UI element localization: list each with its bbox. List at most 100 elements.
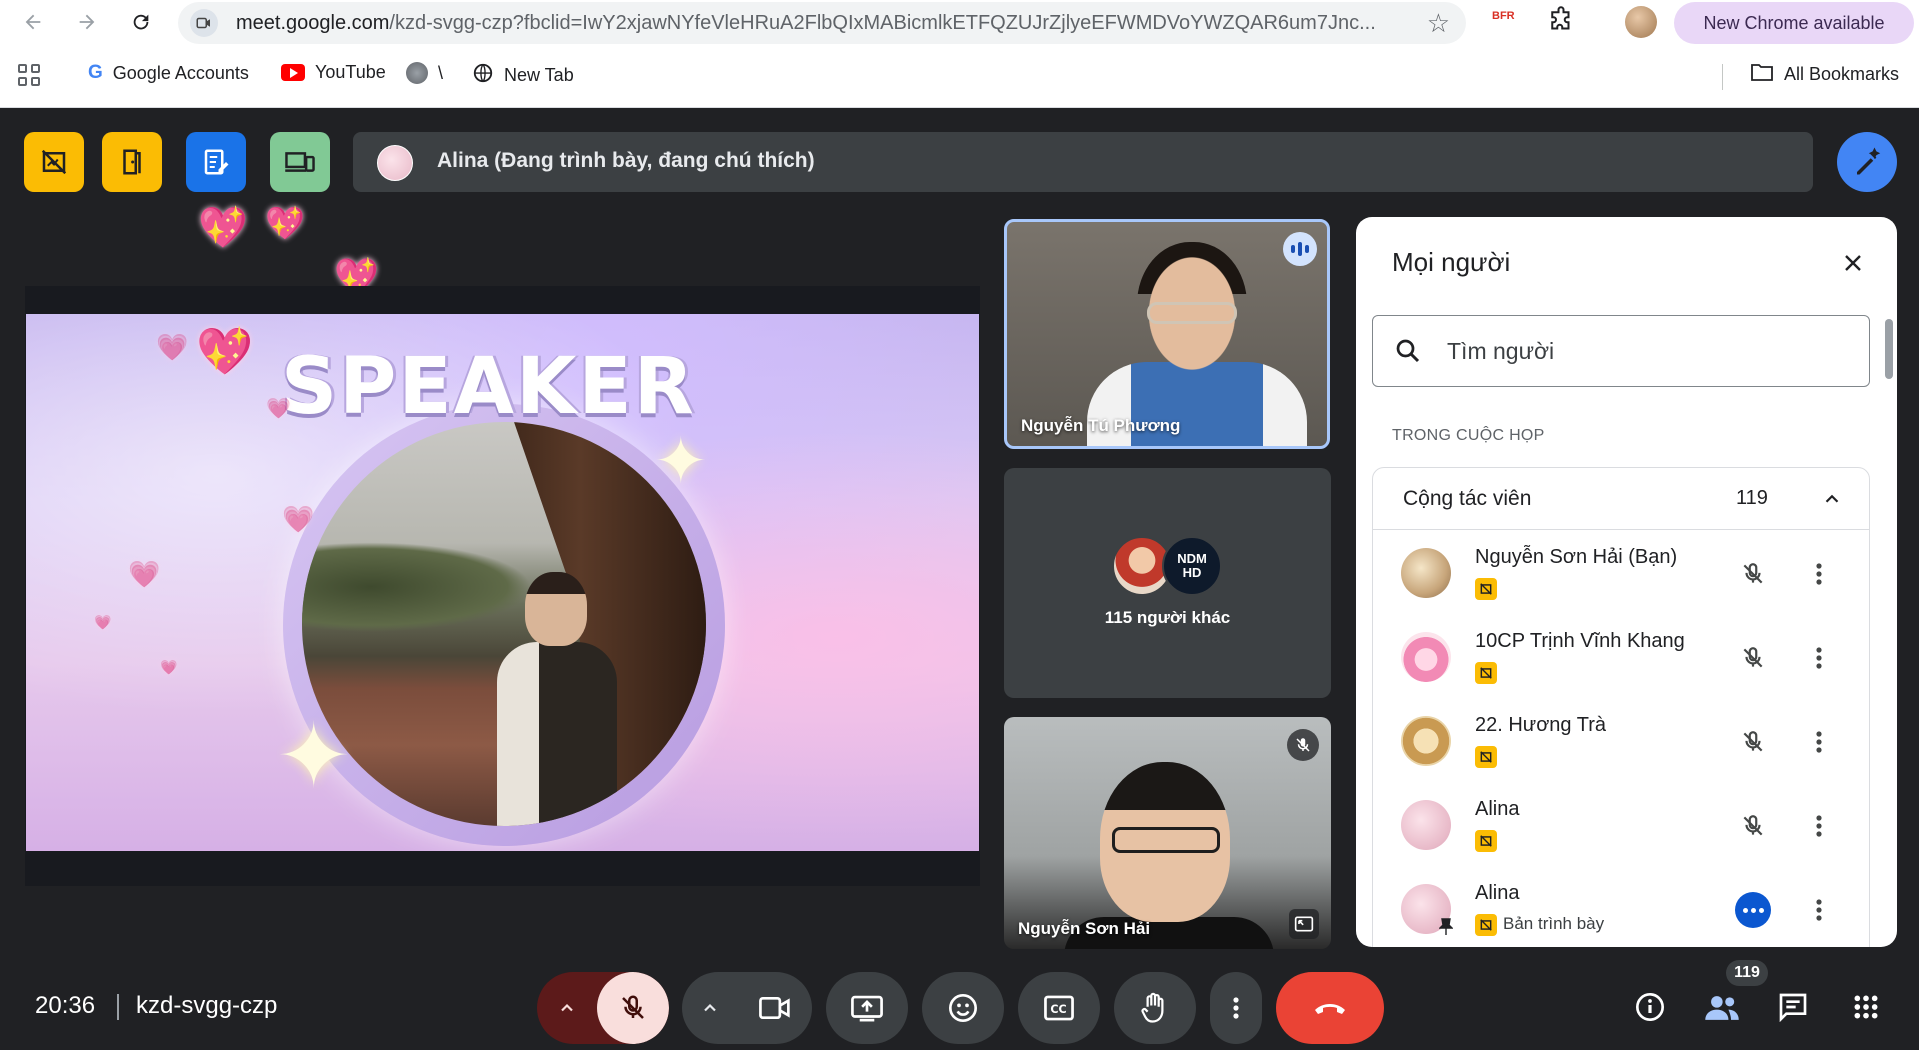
tile-glasses	[1112, 827, 1220, 853]
bookmarks-divider	[1722, 64, 1723, 90]
annotate-pen-button[interactable]	[1837, 132, 1897, 192]
collaborator-badge-icon	[1475, 830, 1497, 852]
magic-pen-icon	[1857, 147, 1881, 175]
reactions-button[interactable]	[922, 972, 1004, 1044]
activities-button[interactable]	[1843, 984, 1889, 1030]
extensions-puzzle-icon[interactable]	[1546, 6, 1576, 36]
no-annotations-icon	[41, 149, 67, 175]
mic-off-icon[interactable]	[1735, 808, 1771, 844]
meet-site-icon[interactable]	[190, 9, 218, 37]
more-options-icon[interactable]	[1801, 892, 1837, 928]
others-avatar-2-label: NDM HD	[1177, 551, 1207, 580]
meeting-details-button[interactable]	[1627, 984, 1673, 1030]
heart-icon: 💖	[196, 325, 254, 377]
participant-name: Alina	[1475, 798, 1520, 820]
presenting-indicator-icon[interactable]	[1735, 892, 1771, 928]
people-button[interactable]	[1699, 984, 1745, 1030]
search-input[interactable]	[1447, 334, 1847, 368]
list-item[interactable]: 22. Hương Trà	[1373, 700, 1869, 784]
more-options-icon[interactable]	[1801, 724, 1837, 760]
all-bookmarks-button[interactable]: All Bookmarks	[1750, 62, 1899, 87]
more-options-icon[interactable]	[1801, 556, 1837, 592]
apps-grid-icon[interactable]	[18, 64, 40, 86]
participant-subtitle: Bản trình bày	[1503, 914, 1605, 933]
photo-person-head	[525, 572, 587, 646]
captions-button[interactable]: CC	[1018, 972, 1100, 1044]
door-icon	[123, 149, 141, 175]
audio-settings-button[interactable]	[537, 972, 597, 1044]
participant-tile-speaker[interactable]: Nguyễn Tú Phương	[1004, 219, 1330, 449]
more-options-button[interactable]	[1210, 972, 1262, 1044]
search-people-field[interactable]	[1372, 315, 1870, 387]
url-text[interactable]: meet.google.com/kzd-svgg-czp?fbclid=IwY2…	[236, 12, 1386, 35]
info-icon	[1636, 993, 1664, 1021]
profile-avatar[interactable]	[1625, 6, 1657, 38]
notes-button[interactable]	[186, 132, 246, 192]
avatar	[1401, 632, 1451, 682]
tile-glasses	[1147, 302, 1237, 324]
bookmark-backslash[interactable]: \	[406, 62, 443, 84]
list-item[interactable]: Nguyễn Sơn Hải (Bạn)	[1373, 532, 1869, 616]
chat-button[interactable]	[1770, 984, 1816, 1030]
mic-off-icon[interactable]	[1735, 640, 1771, 676]
group-count: 119	[1736, 487, 1768, 509]
back-icon[interactable]	[16, 5, 50, 39]
notes-pen-icon	[204, 149, 229, 175]
forward-icon[interactable]	[70, 5, 104, 39]
present-screen-button[interactable]	[826, 972, 908, 1044]
photo-person	[497, 572, 617, 826]
list-item[interactable]: Alina	[1373, 784, 1869, 868]
participant-name: 10CP Trịnh Vĩnh Khang	[1475, 630, 1685, 652]
mic-control-group	[537, 972, 669, 1044]
mic-off-icon[interactable]	[1735, 724, 1771, 760]
extension-icon[interactable]: BFR	[1492, 10, 1515, 22]
presenter-avatar	[377, 145, 413, 181]
list-item[interactable]: Alina Bản trình bày	[1373, 868, 1869, 947]
raise-hand-icon	[1141, 992, 1164, 1023]
participant-tile-others[interactable]: NDM HD 115 người khác	[1004, 468, 1331, 698]
bookmark-star-icon[interactable]: ☆	[1427, 8, 1450, 39]
device-button[interactable]	[270, 132, 330, 192]
raise-hand-button[interactable]	[1114, 972, 1196, 1044]
others-count-label: 115 người khác	[1104, 608, 1231, 627]
close-icon	[1845, 255, 1861, 271]
chevron-up-icon	[561, 1003, 573, 1012]
new-chrome-available-button[interactable]: New Chrome available	[1674, 2, 1914, 44]
info-divider	[117, 994, 119, 1020]
address-bar[interactable]: meet.google.com/kzd-svgg-czp?fbclid=IwY2…	[178, 2, 1466, 44]
close-panel-button[interactable]	[1833, 243, 1873, 283]
captions-icon: CC	[1044, 995, 1074, 1021]
google-icon: G	[88, 62, 103, 83]
mic-off-icon	[622, 995, 644, 1019]
reload-icon[interactable]	[124, 5, 158, 39]
group-header[interactable]: Cộng tác viên 119	[1373, 468, 1869, 530]
globe-icon	[472, 62, 494, 89]
chat-icon	[1779, 993, 1807, 1022]
leave-annotation-button[interactable]	[102, 132, 162, 192]
more-options-icon[interactable]	[1801, 640, 1837, 676]
heart-icon: 💗	[160, 659, 178, 675]
leave-call-button[interactable]	[1276, 972, 1384, 1044]
bookmark-new-tab[interactable]: New Tab	[472, 62, 574, 89]
bookmarks-bar: G Google Accounts YouTube \ New Tab All …	[0, 56, 1919, 96]
participant-name: 22. Hương Trà	[1475, 714, 1607, 736]
site-favicon-icon	[406, 62, 428, 84]
mic-toggle-button[interactable]	[597, 972, 669, 1044]
list-item[interactable]: 10CP Trịnh Vĩnh Khang	[1373, 616, 1869, 700]
mic-off-icon[interactable]	[1735, 556, 1771, 592]
bookmark-youtube[interactable]: YouTube	[281, 62, 386, 83]
others-avatar-2: NDM HD	[1162, 536, 1222, 596]
hide-annotations-button[interactable]	[24, 132, 84, 192]
pip-expand-icon[interactable]	[1289, 909, 1319, 939]
bookmark-google-accounts[interactable]: G Google Accounts	[88, 62, 249, 84]
more-options-icon[interactable]	[1801, 808, 1837, 844]
camera-toggle-button[interactable]	[738, 972, 812, 1044]
tile-participant-name: Nguyễn Sơn Hải	[1018, 919, 1151, 938]
presenter-status-bar: Alina (Đang trình bày, đang chú thích)	[353, 132, 1813, 192]
chevron-up-icon[interactable]	[1821, 488, 1843, 510]
participant-tile-self[interactable]: Nguyễn Sơn Hải	[1004, 717, 1331, 949]
collaborator-badge-icon	[1475, 746, 1497, 768]
video-settings-button[interactable]	[682, 972, 738, 1044]
emoji-icon	[949, 994, 977, 1022]
panel-scrollbar[interactable]	[1885, 319, 1893, 379]
